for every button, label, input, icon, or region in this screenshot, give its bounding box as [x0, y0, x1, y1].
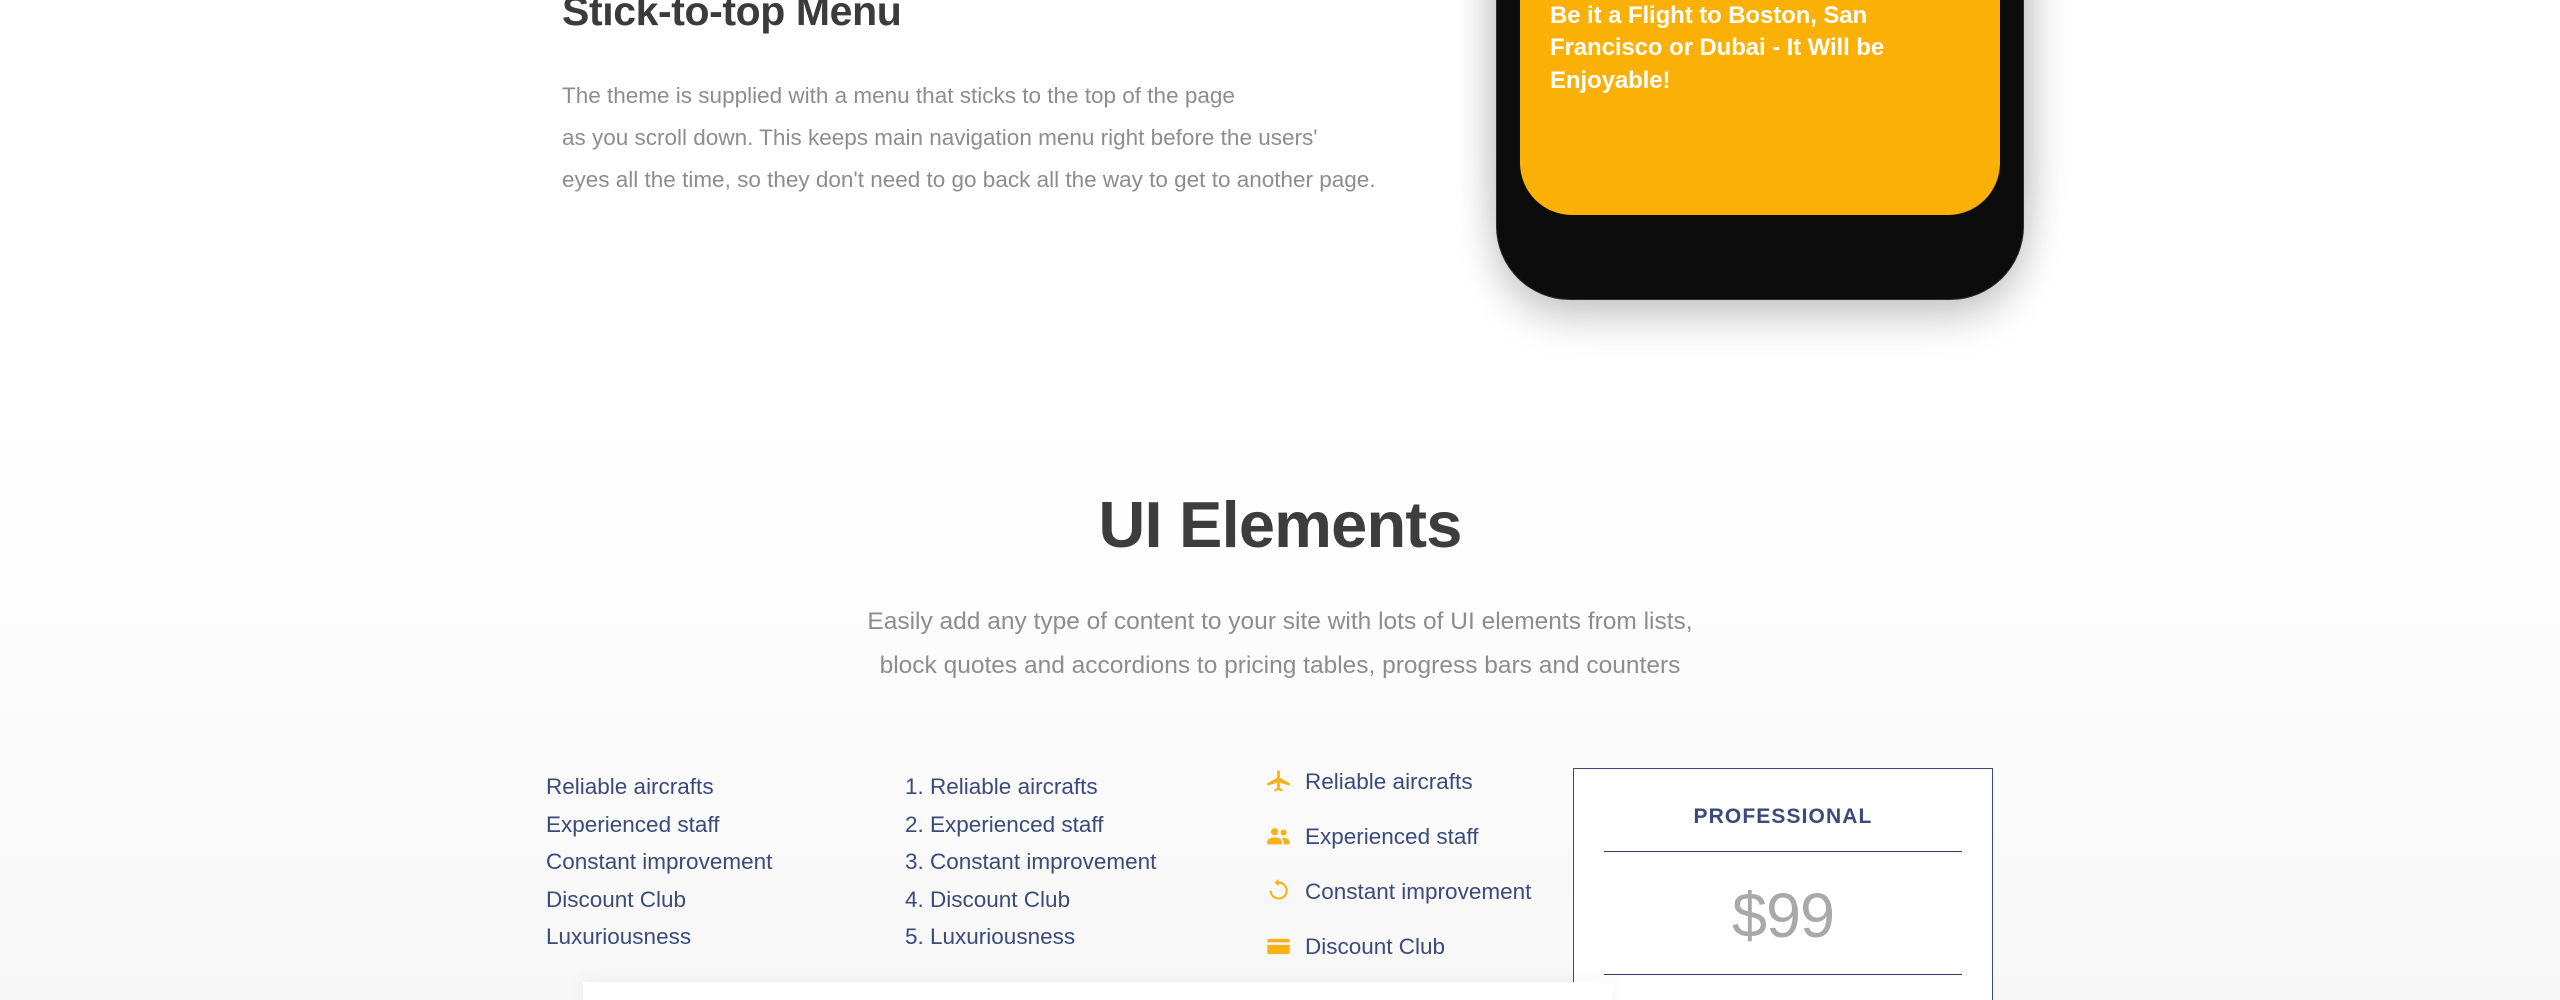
list-item: 1. Reliable aircrafts [905, 774, 1098, 799]
stick-to-top-description: The theme is supplied with a menu that s… [562, 83, 1376, 193]
pricing-divider-bottom [1604, 974, 1962, 975]
credit-card-icon [1265, 933, 1292, 960]
phone-mockup: Learn More About Us Be it a Flight to Bo… [1490, 0, 2024, 300]
ui-elements-heading: UI Elements [1098, 488, 1462, 561]
pricing-card-professional[interactable]: PROFESSIONAL $99 10 INSTALLS 100K VISITS… [1573, 768, 1993, 1000]
bottom-content-card [583, 982, 1613, 1000]
pricing-amount: $99 [1731, 881, 1835, 951]
phone-screen-content: Learn More About Us Be it a Flight to Bo… [1550, 0, 1980, 97]
list-item: Luxuriousness [546, 924, 692, 950]
phone-screen: Learn More About Us Be it a Flight to Bo… [1520, 0, 2000, 215]
ui-elements-section: UI Elements Easily add any type of conte… [0, 400, 2560, 1000]
ui-elements-subtitle: Easily add any type of content to your s… [867, 608, 1693, 679]
phone-headline-text: Be it a Flight to Boston, San Francisco … [1550, 2, 1885, 94]
icon-list-item-label: Discount Club [1305, 933, 1446, 959]
phone-frame: Learn More About Us Be it a Flight to Bo… [1496, 0, 2024, 300]
pricing-divider-top [1604, 851, 1962, 852]
stick-to-top-text-block: Stick-to-top Menu The theme is supplied … [562, 0, 1462, 201]
pricing-plan-name: PROFESSIONAL [1693, 805, 1873, 828]
list-item: 5. Luxuriousness [905, 924, 1076, 950]
list-item: Reliable aircrafts [1265, 768, 1565, 795]
refresh-icon [1265, 878, 1292, 905]
icon-list-item-label: Constant improvement [1305, 878, 1532, 904]
list-item: Experienced staff [1265, 823, 1565, 850]
plain-list-column: Reliable aircrafts Experienced staff Con… [546, 768, 886, 956]
people-icon [1265, 823, 1292, 850]
list-item: 3. Constant improvement [905, 849, 1157, 875]
list-item: Discount Club [546, 886, 687, 912]
page-title: Stick-to-top Menu [562, 0, 902, 34]
icon-list-column: Reliable aircrafts Experienced staff Con… [1265, 768, 1565, 988]
plain-list: Reliable aircrafts Experienced staff Con… [546, 768, 886, 956]
list-item: Discount Club [1265, 933, 1565, 960]
icon-list: Reliable aircrafts Experienced staff Con… [1265, 768, 1565, 960]
icon-list-item-label: Reliable aircrafts [1305, 768, 1473, 794]
numbered-list-column: 1. Reliable aircrafts 2. Experienced sta… [905, 768, 1245, 956]
list-item: Constant improvement [546, 849, 773, 875]
icon-list-item-label: Experienced staff [1305, 823, 1479, 849]
list-item: 2. Experienced staff [905, 811, 1104, 837]
list-item: Constant improvement [1265, 878, 1565, 905]
airplane-icon [1265, 768, 1292, 795]
list-item: 4. Discount Club [905, 886, 1071, 912]
ui-elements-lists-row: Reliable aircrafts Experienced staff Con… [0, 768, 2560, 1000]
list-item: Experienced staff [546, 811, 720, 837]
list-item: Reliable aircrafts [546, 774, 714, 799]
numbered-list: 1. Reliable aircrafts 2. Experienced sta… [905, 768, 1245, 956]
